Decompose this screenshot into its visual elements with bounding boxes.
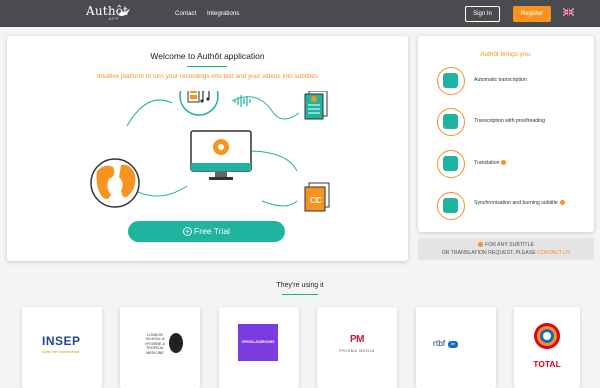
notice-line-1: FOR ANY SUBTITLE: [418, 242, 594, 248]
free-trial-label: Free Trial: [194, 226, 230, 236]
subtitles-cc-icon: CC: [304, 182, 330, 212]
signin-button[interactable]: Sign In: [465, 6, 500, 22]
uk-flag-icon[interactable]: [563, 8, 574, 16]
orange-badge-icon[interactable]: [501, 160, 507, 165]
nav-contact[interactable]: Contact: [175, 10, 196, 17]
feature-item: Transcription with proofreading: [437, 108, 587, 136]
globe-icon: [90, 158, 140, 208]
features-card: Authôt brings you: Automatic transcripti…: [418, 36, 594, 232]
plus-circle-icon: +: [183, 227, 193, 236]
client-logo-openclassrooms: OPENCLASSROOMS: [219, 307, 299, 388]
notice-line-2: OR TRANSLATION REQUEST, PLEASE CONTACT U…: [441, 250, 571, 256]
orange-badge-icon: [478, 242, 484, 247]
document-icon: [304, 91, 328, 120]
feature-label: Transcription with proofreading: [474, 118, 546, 124]
chat-bubbles-icon: [437, 150, 465, 178]
feature-label: Translation: [474, 160, 507, 166]
tagline: Intuitive platform to turn your recordin…: [97, 73, 318, 80]
feature-item: Translation: [437, 150, 587, 178]
features-title: Authôt brings you:: [480, 51, 532, 58]
svg-text:CC: CC: [310, 196, 322, 205]
title-underline: [187, 66, 227, 67]
client-logo-prisma: PM PRISMA MEDIA: [317, 307, 397, 388]
welcome-card: Welcome to Authôt application Intuitive …: [7, 36, 408, 261]
page-title: Welcome to Authôt application: [150, 51, 265, 61]
film-music-icon: [179, 91, 219, 116]
feature-item: Synchronisation and burning subtitle: [437, 192, 587, 220]
subtitle-request-notice: FOR ANY SUBTITLE OR TRANSLATION REQUEST,…: [418, 238, 594, 260]
client-logo-rtbf: rtbf .be: [416, 307, 496, 388]
clients-title: They're using it: [276, 282, 324, 289]
orange-badge-icon[interactable]: [559, 200, 565, 205]
client-logo-insep: INSEP Sport de haut niveau: [22, 307, 102, 388]
feature-item: Automatic transcription: [437, 67, 587, 95]
bird-logo-icon: [118, 9, 130, 16]
client-logo-total: TOTAL: [514, 307, 580, 388]
feature-label: Automatic transcription: [474, 77, 527, 83]
nav-integrations[interactable]: Integrations: [207, 10, 239, 17]
contact-us-link[interactable]: CONTACT US: [537, 250, 570, 256]
crest-icon: [169, 333, 183, 353]
client-logo-lshtm: LONDON SCHOOL of HYGIENE & TROPICAL MEDI…: [120, 307, 200, 388]
free-trial-button[interactable]: + Free Trial: [128, 221, 285, 242]
sync-icon: [437, 192, 465, 220]
document-icon: [437, 108, 465, 136]
gear-icon: [437, 67, 465, 95]
feature-label: Synchronisation and burning subtitle: [474, 200, 565, 206]
clients-underline: [282, 294, 318, 295]
register-button[interactable]: Register: [513, 6, 551, 22]
total-icon: [534, 323, 560, 349]
top-nav: Authôt APP Contact Integrations Sign In …: [0, 0, 600, 27]
monitor-gear-icon: [190, 130, 252, 180]
